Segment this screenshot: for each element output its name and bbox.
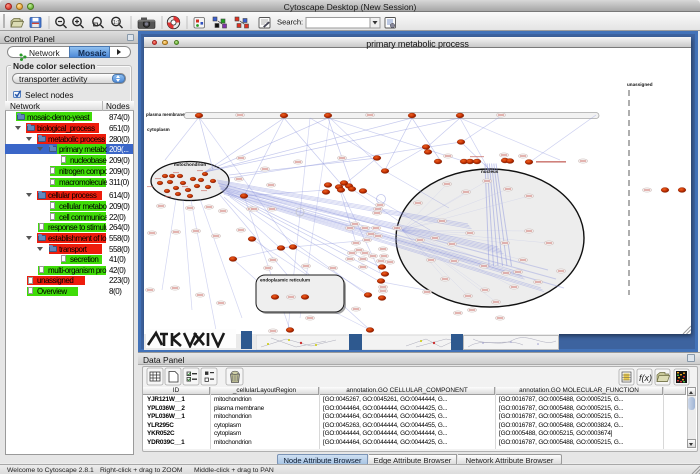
svg-text:f(x): f(x): [639, 373, 652, 383]
svg-text:mitochondrion: mitochondrion: [174, 162, 206, 167]
svg-text:plasma membrane: plasma membrane: [146, 112, 185, 117]
svg-text:unassigned: unassigned: [627, 82, 653, 87]
svg-text:cytoplasm: cytoplasm: [147, 127, 170, 132]
svg-text:1:1: 1:1: [113, 20, 120, 26]
svg-text:endoplasmic reticulum: endoplasmic reticulum: [260, 278, 310, 283]
svg-text:nucleus: nucleus: [481, 169, 499, 174]
svg-text:Search:: Search:: [277, 18, 303, 27]
